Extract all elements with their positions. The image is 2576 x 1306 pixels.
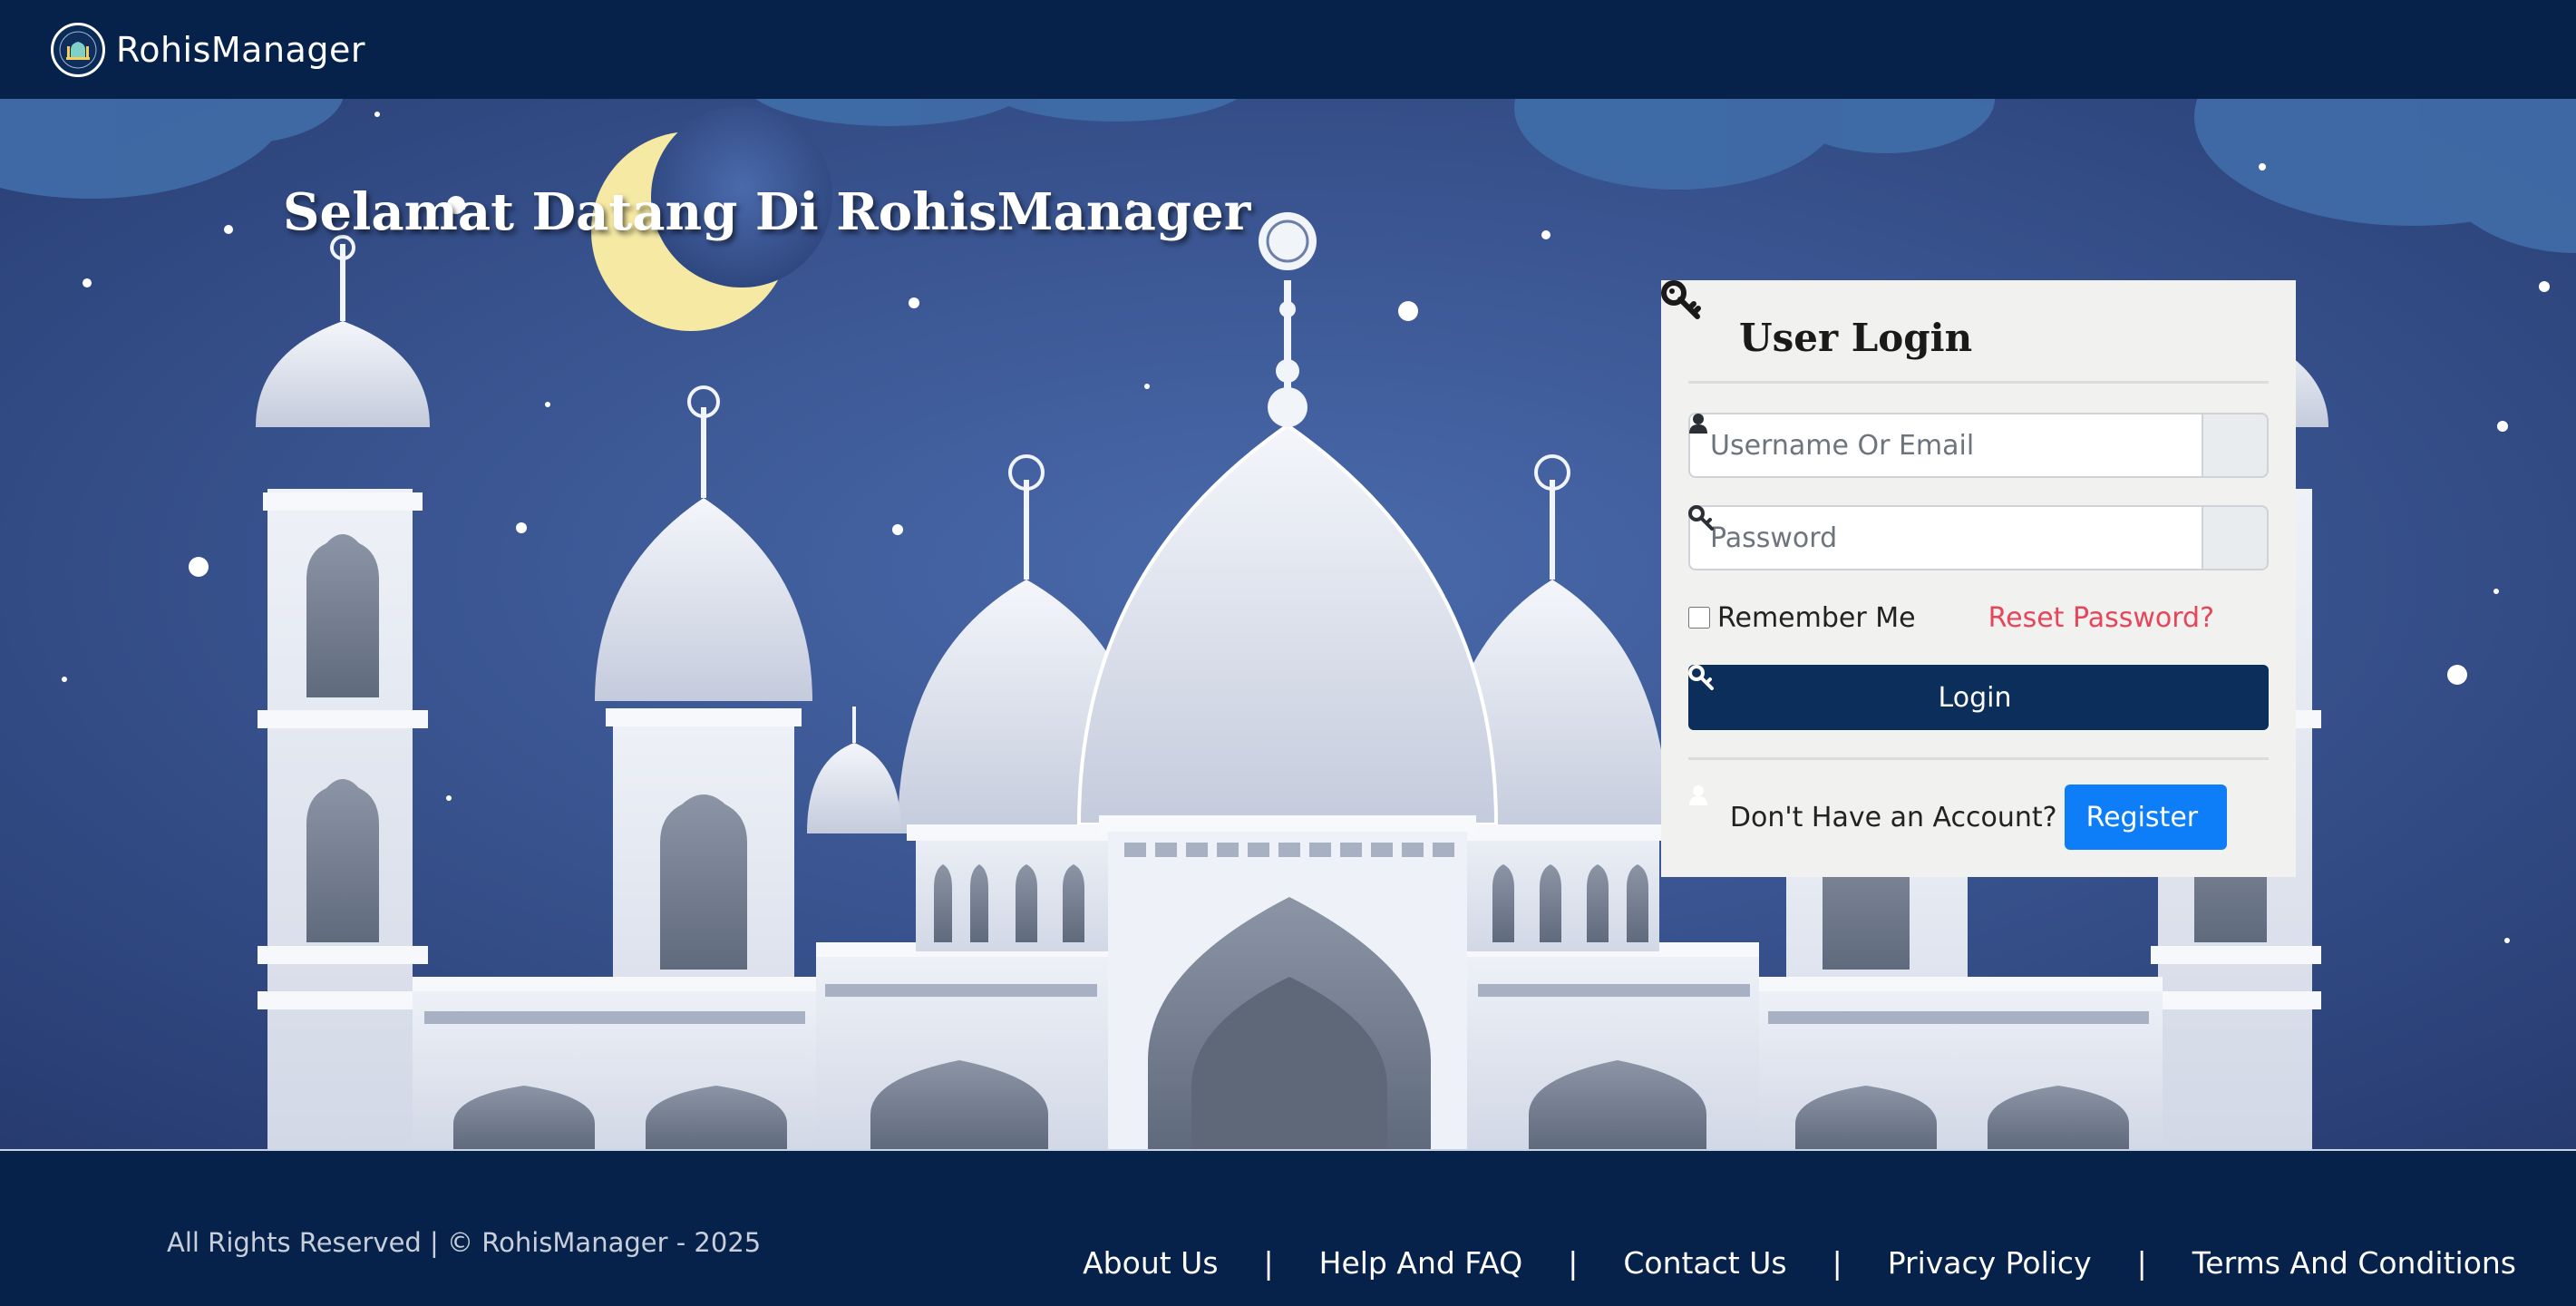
password-input-group [1688,505,2269,570]
username-input-group [1688,413,2269,478]
remember-row: Remember Me Reset Password? [1688,598,2269,638]
login-card-header: User Login [1661,280,2269,384]
hero-section: Selamat Datang Di RohisManager User Logi… [0,99,2576,1149]
no-account-text: Don't Have an Account? [1729,801,2057,833]
footer-link-about-us[interactable]: About Us [1083,1245,1218,1281]
register-row: Don't Have an Account? Register [1688,785,2269,850]
footer-link-contact-us[interactable]: Contact Us [1623,1245,1786,1281]
mosque-logo-icon [51,22,105,77]
card-divider [1688,757,2269,760]
footer-separator: | [2136,1245,2147,1281]
footer-separator: | [1832,1245,1842,1281]
login-button-label: Login [1938,681,2012,714]
key-icon [1661,280,1728,358]
remember-me-checkbox[interactable] [1688,607,1710,629]
login-button[interactable]: Login [1688,665,2269,730]
user-icon [1689,413,2269,478]
login-title: User Login [1739,316,1973,360]
footer-link-help-faq[interactable]: Help And FAQ [1319,1245,1523,1281]
reset-password-link[interactable]: Reset Password? [1988,602,2214,634]
footer-separator: | [1263,1245,1274,1281]
password-input[interactable] [1688,505,2202,570]
login-card: User Login Remember Me Res [1661,280,2296,877]
navbar: RohisManager [0,0,2576,99]
footer-separator: | [1568,1245,1579,1281]
remember-me-label[interactable]: Remember Me [1717,602,1916,634]
copyright-text: All Rights Reserved | © RohisManager - 2… [167,1227,762,1258]
footer-link-privacy-policy[interactable]: Privacy Policy [1888,1245,2092,1281]
footer: All Rights Reserved | © RohisManager - 2… [0,1149,2576,1306]
brand-name: RohisManager [116,29,365,70]
register-button-label: Register [2085,801,2199,833]
footer-link-terms-conditions[interactable]: Terms And Conditions [2192,1245,2516,1281]
key-icon [1688,505,2269,570]
register-button[interactable]: Register [1689,785,2228,850]
hero-title: Selamat Datang Di RohisManager [283,182,1251,242]
brand-link[interactable]: RohisManager [51,22,365,77]
footer-links: About Us | Help And FAQ | Contact Us | P… [1083,1245,2516,1281]
username-input[interactable] [1688,413,2202,478]
